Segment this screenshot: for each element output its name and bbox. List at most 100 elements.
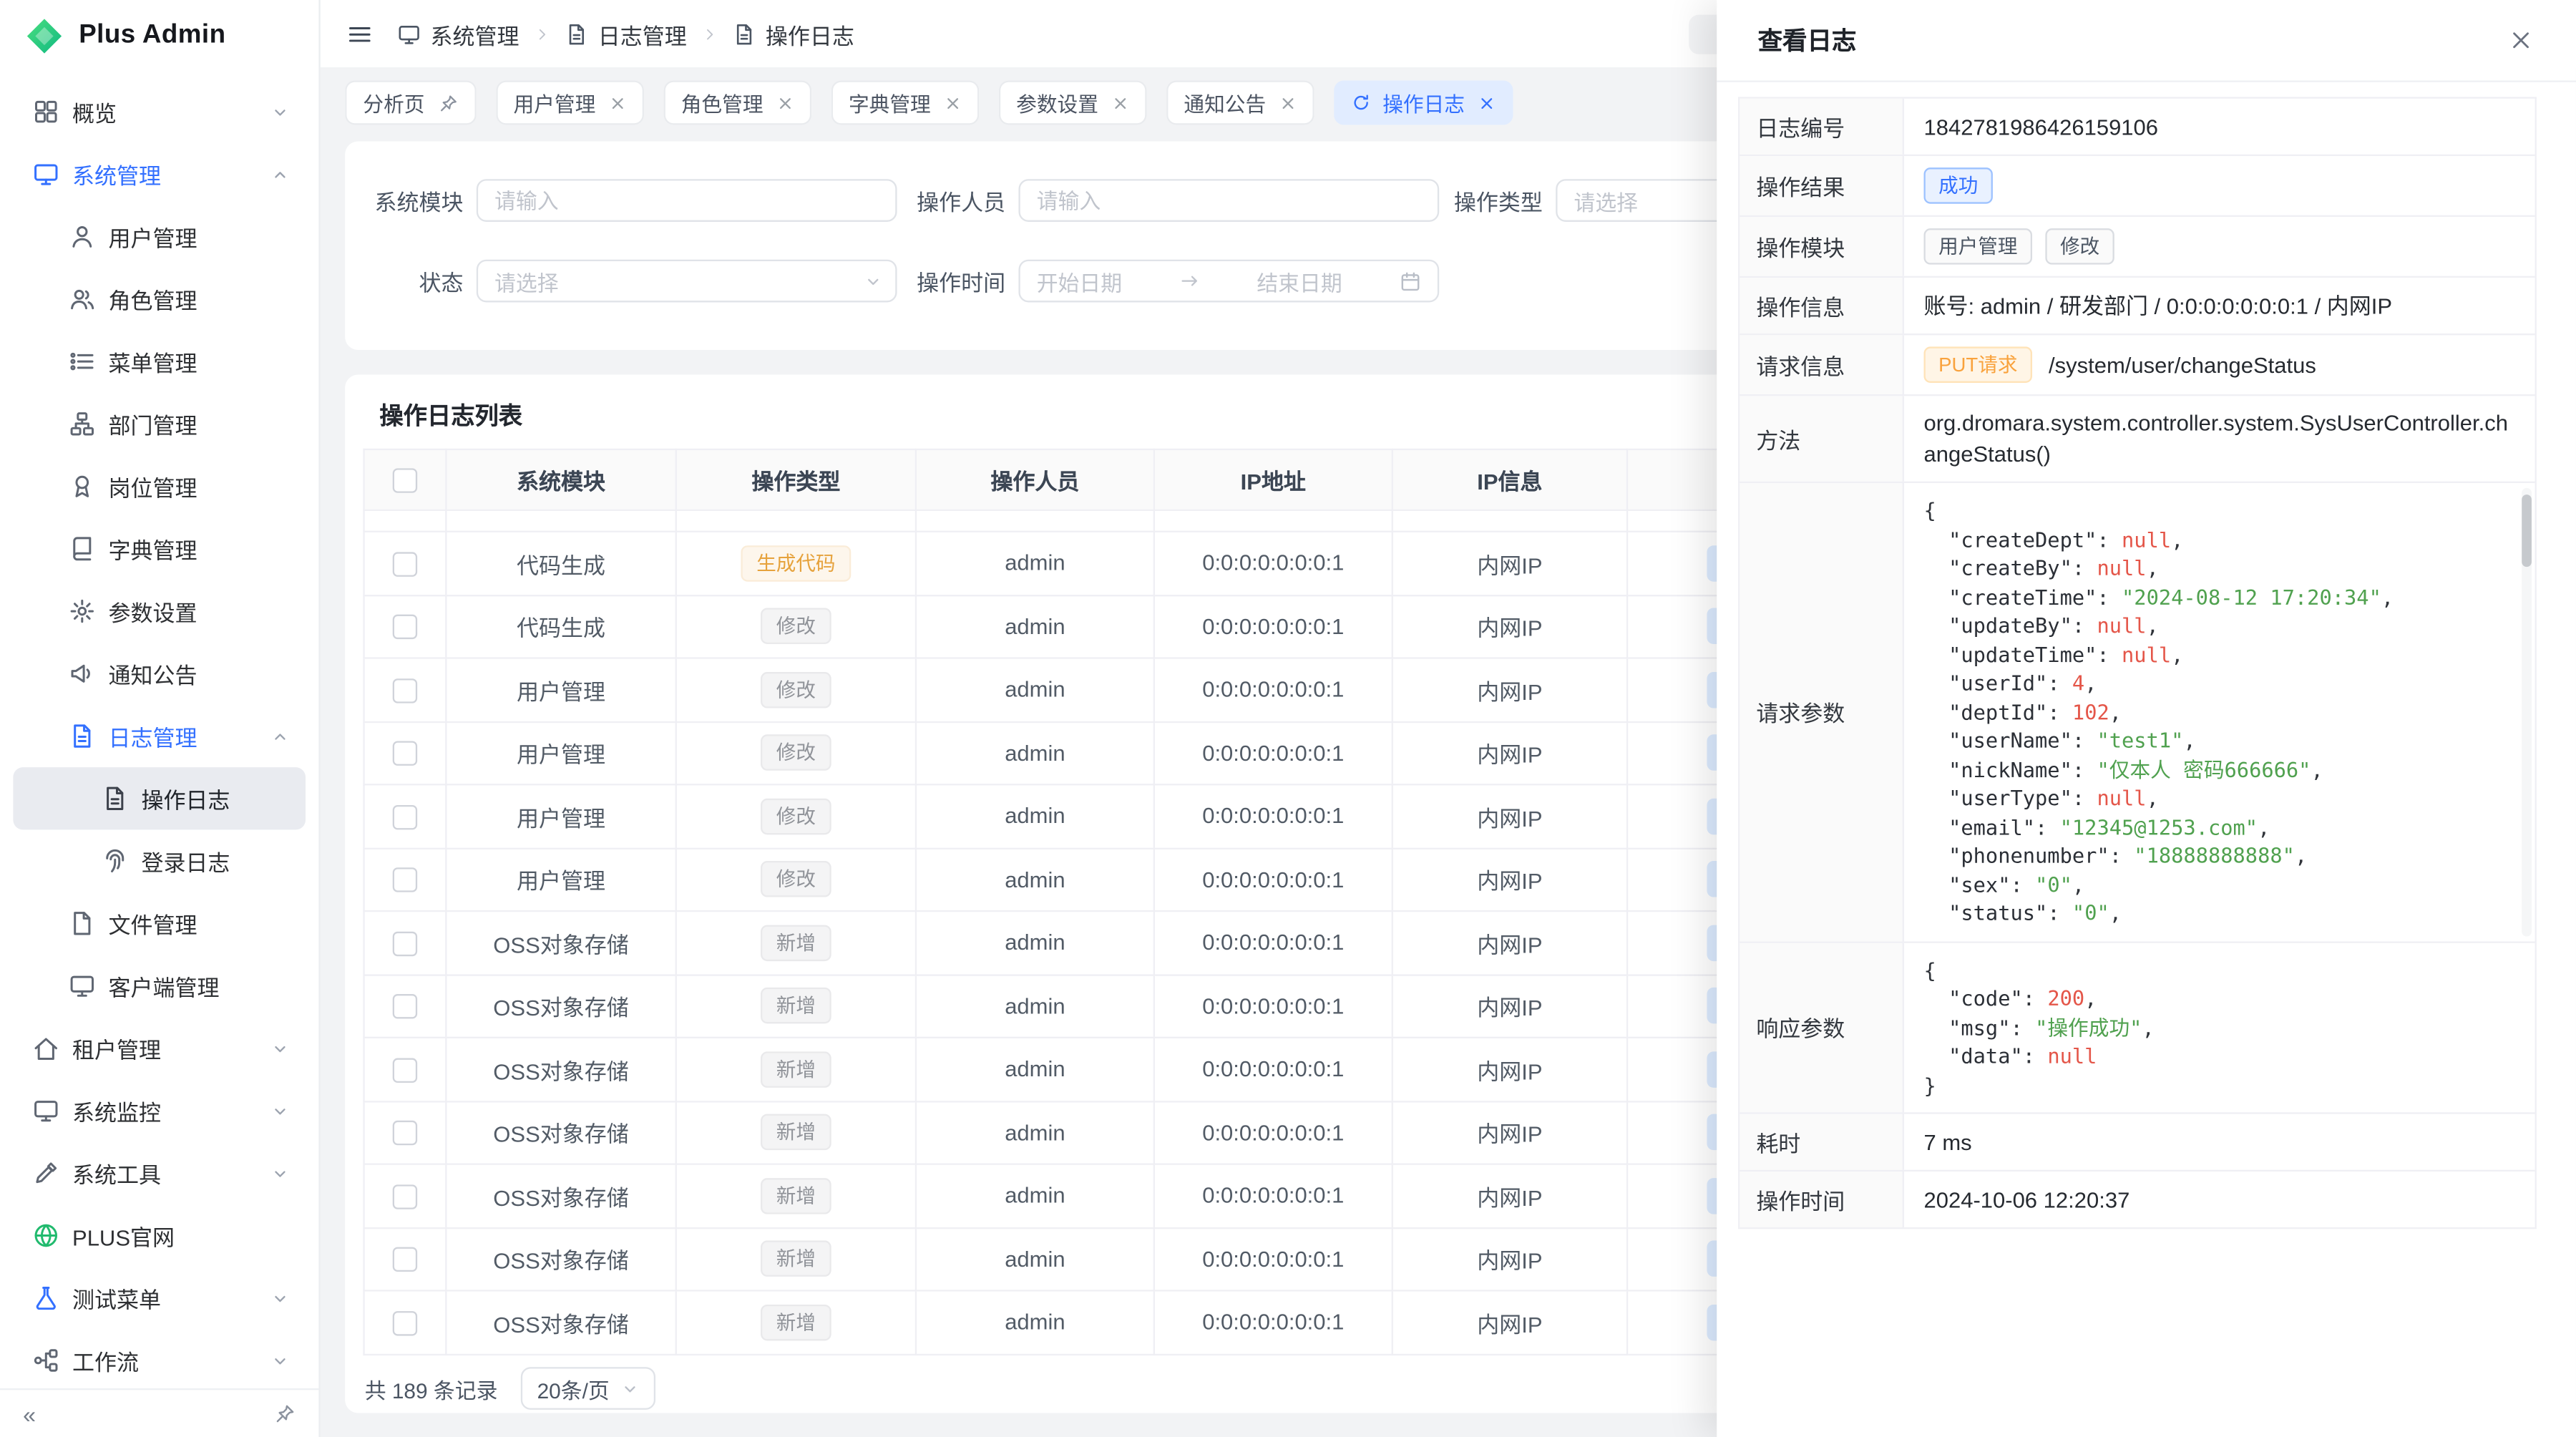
filter-operation-time: 操作时间 开始日期 结束日期 [887, 260, 1439, 303]
close-icon[interactable] [1111, 94, 1128, 111]
cell-module: 用户管理 [446, 721, 675, 784]
date-range-picker[interactable]: 开始日期 结束日期 [1018, 260, 1439, 303]
total-records-text: 共 189 条记录 [365, 1373, 498, 1404]
cell-operator: admin [916, 1290, 1154, 1353]
hamburger-menu-icon[interactable] [346, 21, 373, 47]
sidebar-item-workflow[interactable]: 工作流 [13, 1329, 306, 1388]
tab-analysis[interactable]: 分析页 [345, 80, 476, 125]
row-checkbox[interactable] [393, 678, 417, 703]
row-checkbox[interactable] [393, 995, 417, 1019]
row-checkbox[interactable] [393, 931, 417, 955]
document-icon [733, 22, 756, 45]
close-icon[interactable] [776, 94, 793, 111]
response-params-json: { "code": 200, "msg": "操作成功", "data": nu… [1923, 955, 2154, 1099]
sidebar-item-role-management[interactable]: 角色管理 [13, 268, 306, 330]
page-size-select[interactable]: 20条/页 [521, 1367, 655, 1410]
flask-icon [33, 1285, 59, 1311]
tab-param-settings[interactable]: 参数设置 [998, 80, 1146, 125]
tab-user-management[interactable]: 用户管理 [495, 80, 643, 125]
row-checkbox[interactable] [393, 1184, 417, 1209]
sidebar-item-operation-log[interactable]: 操作日志 [13, 767, 306, 829]
operator-input[interactable] [1037, 188, 1421, 213]
close-icon[interactable] [2509, 28, 2533, 52]
sidebar-item-tenant-management[interactable]: 租户管理 [13, 1017, 306, 1079]
chevron-down-icon [271, 1289, 289, 1307]
pagination: 共 189 条记录 20条/页 [365, 1367, 655, 1410]
row-checkbox[interactable] [393, 1121, 417, 1145]
row-checkbox[interactable] [393, 1058, 417, 1082]
sidebar-item-param-settings[interactable]: 参数设置 [13, 580, 306, 642]
operation-type-tag: 新增 [761, 988, 830, 1024]
cell-operator: admin [916, 974, 1154, 1037]
tab-role-management[interactable]: 角色管理 [663, 80, 811, 125]
sidebar-item-system-management[interactable]: 系统管理 [13, 143, 306, 205]
tab-operation-log[interactable]: 操作日志 [1333, 80, 1512, 125]
sidebar-item-system-tools[interactable]: 系统工具 [13, 1142, 306, 1204]
cell-ip: 0:0:0:0:0:0:0:1 [1154, 1227, 1392, 1290]
sidebar-item-test-menu[interactable]: 测试菜单 [13, 1267, 306, 1329]
cell-ipinfo: 内网IP [1392, 911, 1627, 974]
row-checkbox[interactable] [393, 1247, 417, 1272]
row-checkbox[interactable] [393, 552, 417, 576]
code-scrollbar[interactable] [2522, 488, 2532, 936]
sidebar-item-dept-management[interactable]: 部门管理 [13, 393, 306, 455]
tab-dict-management[interactable]: 字典管理 [831, 80, 979, 125]
sidebar-item-client-management[interactable]: 客户端管理 [13, 955, 306, 1017]
sidebar-item-label: 通知公告 [109, 657, 197, 690]
sidebar-item-overview[interactable]: 概览 [13, 80, 306, 142]
sidebar: Plus Admin 概览 系统管理 用户管理 角色管理 [0, 0, 321, 1437]
sidebar-item-log-management[interactable]: 日志管理 [13, 705, 306, 767]
sidebar-item-label: 系统工具 [72, 1156, 161, 1189]
sidebar-item-label: 菜单管理 [109, 345, 197, 378]
sidebar-item-login-log[interactable]: 登录日志 [13, 829, 306, 892]
close-icon[interactable] [609, 94, 625, 111]
breadcrumb-label: 系统管理 [431, 17, 519, 50]
sidebar-item-user-management[interactable]: 用户管理 [13, 205, 306, 268]
pin-icon[interactable] [274, 1403, 296, 1425]
tools-icon [33, 1160, 59, 1187]
cell-ipinfo: 内网IP [1392, 1101, 1627, 1164]
row-checkbox[interactable] [393, 615, 417, 639]
log-id-value: 1842781986426159106 [1904, 99, 2535, 155]
close-icon[interactable] [1478, 94, 1494, 111]
tab-notice[interactable]: 通知公告 [1166, 80, 1314, 125]
globe-icon [33, 1222, 59, 1249]
filter-system-module: 系统模块 [345, 179, 897, 222]
cell-module: OSS对象存储 [446, 1290, 675, 1353]
sidebar-item-notice[interactable]: 通知公告 [13, 643, 306, 705]
operation-info-value: 账号: admin / 研发部门 / 0:0:0:0:0:0:0:1 / 内网I… [1904, 278, 2535, 333]
tab-label: 用户管理 [514, 87, 596, 119]
sidebar-item-label: 概览 [72, 95, 117, 128]
row-checkbox[interactable] [393, 741, 417, 766]
breadcrumb-log-management[interactable]: 日志管理 [565, 17, 687, 50]
request-params-json: { "createDept": null, "createBy": null, … [1923, 496, 2394, 927]
close-icon[interactable] [1279, 94, 1296, 111]
detail-row-duration: 耗时 7 ms [1740, 1114, 2534, 1171]
cell-module: OSS对象存储 [446, 1101, 675, 1164]
sidebar-item-dict-management[interactable]: 字典管理 [13, 517, 306, 580]
sidebar-item-post-management[interactable]: 岗位管理 [13, 455, 306, 517]
select-all-checkbox[interactable] [393, 468, 417, 492]
breadcrumb-operation-log[interactable]: 操作日志 [733, 17, 854, 50]
close-icon[interactable] [944, 94, 960, 111]
operation-type-tag: 新增 [761, 1304, 830, 1340]
sidebar-item-label: 客户端管理 [109, 970, 220, 1003]
row-checkbox[interactable] [393, 868, 417, 892]
status-select[interactable]: 请选择 [477, 260, 897, 303]
cell-operator: admin [916, 848, 1154, 911]
tab-label: 通知公告 [1184, 87, 1266, 119]
breadcrumb-system-management[interactable]: 系统管理 [398, 17, 519, 50]
sidebar-item-system-monitor[interactable]: 系统监控 [13, 1079, 306, 1141]
scrollbar-thumb[interactable] [2522, 495, 2532, 567]
sidebar-item-menu-management[interactable]: 菜单管理 [13, 330, 306, 392]
system-module-input[interactable] [494, 188, 879, 213]
detail-row-result: 操作结果 成功 [1740, 156, 2534, 217]
sidebar-item-plus-website[interactable]: PLUS官网 [13, 1204, 306, 1267]
sidebar-collapse-button[interactable]: « [23, 1401, 36, 1427]
operation-type-tag: 修改 [761, 608, 830, 645]
refresh-icon[interactable] [1352, 94, 1370, 112]
operation-type-tag: 新增 [761, 1051, 830, 1088]
sidebar-item-file-management[interactable]: 文件管理 [13, 892, 306, 955]
row-checkbox[interactable] [393, 804, 417, 829]
row-checkbox[interactable] [393, 1310, 417, 1335]
